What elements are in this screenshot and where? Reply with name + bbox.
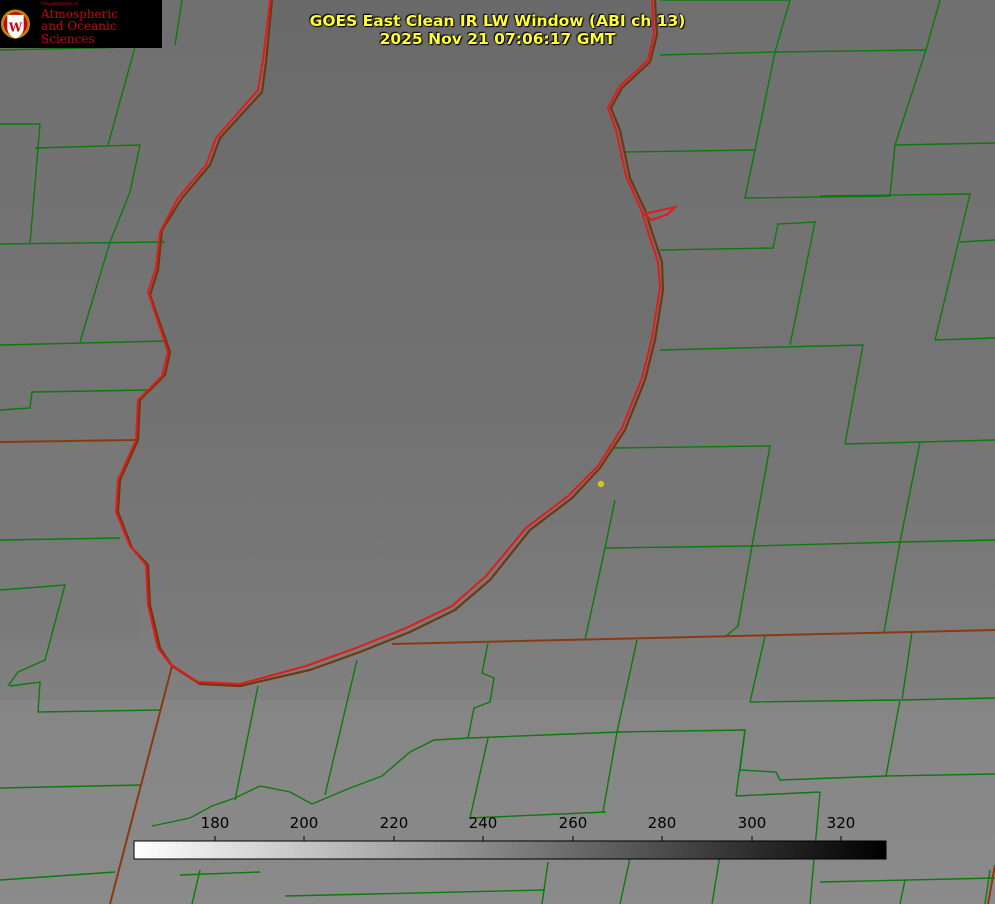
- aos-logo: W Department of Atmospheric and Oceanic …: [0, 0, 162, 48]
- colorbar-tick-labels: 180 200 220 240 260 280 300 320: [0, 814, 995, 836]
- tick-label: 280: [647, 814, 677, 832]
- colorbar: [133, 840, 887, 860]
- tick-label: 300: [737, 814, 767, 832]
- svg-text:W: W: [8, 20, 23, 34]
- tick-label: 240: [468, 814, 498, 832]
- logo-line-2: and Oceanic Sciences: [41, 19, 117, 46]
- tick-label: 260: [558, 814, 588, 832]
- satellite-map: [0, 0, 995, 904]
- location-marker: [597, 480, 605, 488]
- tick-label: 220: [379, 814, 409, 832]
- satellite-viewer: 180 200 220 240 260 280 300 320 W Depart…: [0, 0, 995, 904]
- tick-label: 180: [200, 814, 230, 832]
- tick-label: 200: [289, 814, 319, 832]
- uw-crest-icon: W: [0, 9, 31, 39]
- tick-label: 320: [826, 814, 856, 832]
- land-texture-2: [0, 700, 995, 904]
